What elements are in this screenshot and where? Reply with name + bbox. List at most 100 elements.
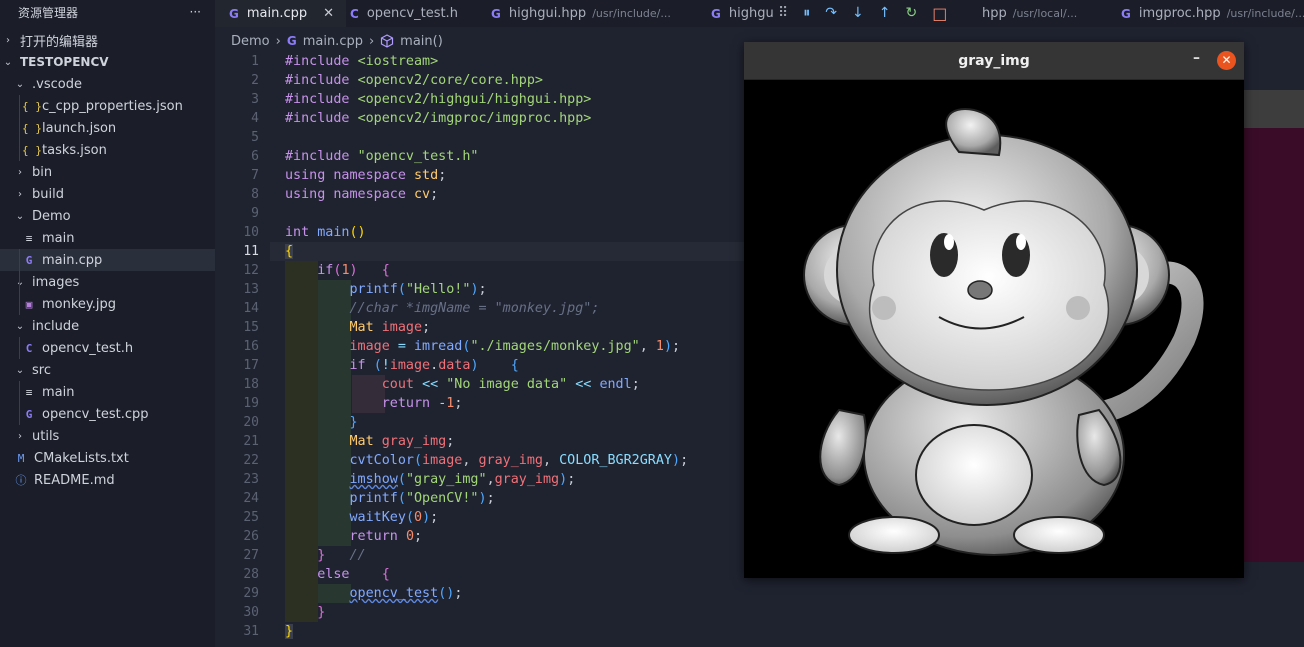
tree-item-utils[interactable]: › utils — [0, 425, 229, 447]
section-open-editors[interactable]: › 打开的编辑器 — [0, 29, 217, 51]
image-canvas — [744, 80, 1244, 578]
close-icon[interactable]: ✕ — [1217, 51, 1236, 70]
pause-icon[interactable]: ⏸ — [803, 5, 810, 21]
chevron-down-icon: ⌄ — [15, 320, 25, 332]
tab-imgproc-hpp[interactable]: G imgproc.hpp /usr/include/... — [1118, 0, 1304, 27]
tree-item-images[interactable]: ⌄ images — [0, 271, 229, 293]
tree-item-main-cpp[interactable]: Gmain.cpp — [0, 249, 237, 271]
c-file-icon: C — [25, 341, 33, 355]
cpp-file-icon: G — [491, 6, 501, 21]
code-line: waitKey(0); — [349, 510, 439, 525]
debug-toolbar: ⠿ ⏸ ↷ ↓ ↑ ↻ □ — [778, 2, 947, 24]
tree-item-label: 打开的编辑器 — [20, 34, 99, 50]
tree-indent-guide — [19, 337, 20, 359]
tree-item-label: bin — [32, 164, 53, 180]
tree-item-label: README.md — [34, 472, 115, 488]
breadcrumb-folder[interactable]: Demo — [231, 34, 270, 49]
tree-item-tasks-json[interactable]: { } tasks.json — [0, 139, 237, 161]
code-line: printf("OpenCV!"); — [349, 491, 495, 506]
close-icon[interactable]: ✕ — [323, 6, 334, 21]
tree-item-demo[interactable]: ⌄ Demo — [0, 205, 229, 227]
line-number: 10 — [243, 225, 259, 240]
tab-main-cpp[interactable]: G main.cpp ✕ — [215, 0, 346, 27]
step-over-icon[interactable]: ↷ — [825, 5, 837, 21]
code-line: printf("Hello!"); — [349, 282, 487, 297]
tab-path: /usr/include/... — [1226, 7, 1304, 20]
tree-item-src[interactable]: ⌄ src — [0, 359, 229, 381]
code-line: } — [317, 605, 326, 620]
tree-item-opencv-test-h[interactable]: Copencv_test.h — [0, 337, 237, 359]
tree-item-label: .vscode — [32, 76, 82, 92]
code-line: #include <iostream> — [285, 54, 439, 69]
tree-item-label: CMakeLists.txt — [34, 450, 129, 466]
section-project[interactable]: ⌄ TESTOPENCV — [0, 51, 217, 73]
code-line: } — [349, 415, 358, 430]
tab-path: /usr/local/... — [1012, 7, 1078, 20]
breadcrumb-file[interactable]: main.cpp — [303, 34, 363, 49]
more-actions-icon[interactable]: ··· — [190, 5, 201, 19]
tree-item-main[interactable]: ≡ main — [0, 381, 237, 403]
tree-item-label: Demo — [32, 208, 71, 224]
tree-item-include[interactable]: ⌄ include — [0, 315, 229, 337]
tab-highgui-2[interactable]: G highgu — [707, 0, 775, 27]
cpp-file-icon: G — [229, 6, 239, 21]
text-file-icon: ≡ — [25, 385, 33, 399]
explorer-header: 资源管理器 ··· — [0, 0, 215, 24]
step-into-icon[interactable]: ↓ — [852, 5, 864, 21]
drag-handle-icon[interactable]: ⠿ — [778, 5, 788, 21]
code-line: Mat gray_img; — [349, 434, 455, 449]
tab-label: main.cpp — [246, 6, 308, 21]
tree-item-label: c_cpp_properties.json — [42, 98, 183, 114]
cpp-file-icon: G — [286, 34, 297, 48]
minimize-icon[interactable]: – — [1193, 50, 1200, 66]
chevron-right-icon: › — [18, 188, 22, 200]
tree-item-opencv-test-cpp[interactable]: Gopencv_test.cpp — [0, 403, 237, 425]
json-file-icon: { } — [22, 143, 42, 157]
tree-item-monkey-jpg[interactable]: ▣ monkey.jpg — [0, 293, 237, 315]
json-file-icon: { } — [22, 121, 42, 135]
tree-item-label: utils — [32, 428, 60, 444]
tree-item-build[interactable]: › build — [0, 183, 229, 205]
tab-path: /usr/include/... — [592, 7, 671, 20]
tab-label: imgproc.hpp — [1138, 6, 1221, 21]
code-line: using namespace std; — [285, 168, 447, 183]
chevron-down-icon: ⌄ — [3, 56, 13, 68]
tree-indent-guide — [19, 293, 20, 315]
tree-item-launch-json[interactable]: { } launch.json — [0, 117, 237, 139]
tree-item-readme-md[interactable]: ⓘ README.md — [0, 469, 229, 491]
image-window[interactable]: gray_img – ✕ — [744, 42, 1244, 578]
cpp-file-icon: G — [25, 253, 33, 267]
tree-item-bin[interactable]: › bin — [0, 161, 229, 183]
monkey-image — [803, 108, 1204, 556]
step-out-icon[interactable]: ↑ — [879, 5, 891, 21]
image-file-icon: ▣ — [25, 297, 33, 311]
c-file-icon: C — [350, 6, 359, 21]
explorer-sidebar: 资源管理器 ··· › 打开的编辑器 ⌄ TESTOPENCV ⌄ .vscode{ } c… — [0, 0, 237, 647]
window-title: gray_img — [958, 52, 1030, 69]
line-number: 26 — [243, 529, 259, 544]
explorer-title: 资源管理器 — [18, 5, 79, 20]
line-number: 1 — [251, 54, 259, 69]
tree-item-c-cpp-properties-json[interactable]: { } c_cpp_properties.json — [0, 95, 237, 117]
chevron-right-icon: › — [18, 166, 22, 178]
line-number: 28 — [243, 567, 259, 582]
tree-item-main[interactable]: ≡ main — [0, 227, 237, 249]
cpp-file-icon: G — [1121, 6, 1131, 21]
tree-item-label: TESTOPENCV — [20, 55, 109, 69]
tree-item--vscode[interactable]: ⌄ .vscode — [0, 73, 229, 95]
tab-highgui-hpp[interactable]: G highgui.hpp /usr/include/... — [477, 0, 709, 27]
chevron-down-icon: ⌄ — [15, 210, 25, 222]
terminal-window — [1244, 90, 1304, 562]
json-file-icon: { } — [22, 99, 42, 113]
tree-item-cmakelists-txt[interactable]: M CMakeLists.txt — [0, 447, 229, 469]
tab-opencv-test-h[interactable]: C opencv_test.h — [336, 0, 480, 27]
cpp-file-icon: G — [711, 6, 721, 21]
tab-hpp-usr-local[interactable]: hpp /usr/local/... — [982, 0, 1102, 27]
code-line: #include "opencv_test.h" — [285, 149, 479, 164]
symbol-method-icon — [381, 34, 394, 48]
restart-icon[interactable]: ↻ — [905, 5, 917, 21]
stop-icon[interactable]: □ — [932, 4, 947, 23]
code-line: return 0; — [349, 529, 423, 544]
breadcrumb-symbol[interactable]: main() — [400, 34, 443, 49]
window-titlebar[interactable]: gray_img – ✕ — [744, 42, 1244, 80]
